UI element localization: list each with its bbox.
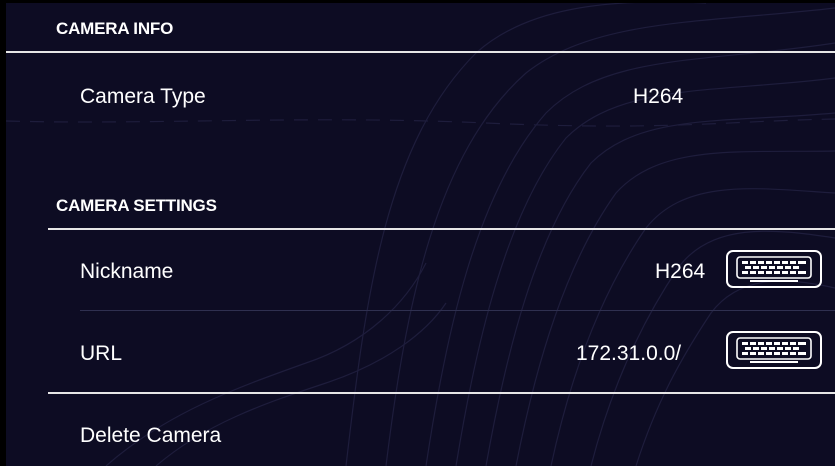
camera-info-title: CAMERA INFO [56, 19, 174, 38]
url-label: URL [80, 342, 123, 365]
nickname-value: H264 [655, 260, 706, 283]
url-value: 172.31.0.0/ [576, 342, 682, 365]
camera-settings-header: CAMERA SETTINGS [48, 180, 835, 230]
url-row[interactable]: URL 172.31.0.0/ [6, 311, 835, 393]
camera-info-header: CAMERA INFO [6, 3, 835, 53]
camera-settings-title: CAMERA SETTINGS [56, 196, 217, 215]
camera-details-panel: CAMERA INFO Camera Type H264 CAMERA SETT… [6, 3, 835, 466]
delete-camera-row[interactable]: Delete Camera [6, 394, 835, 466]
nickname-row[interactable]: Nickname H264 [6, 230, 835, 310]
delete-camera-button[interactable]: Delete Camera [80, 424, 221, 448]
camera-type-label: Camera Type [80, 85, 206, 108]
nickname-keyboard-button[interactable] [726, 250, 822, 288]
url-keyboard-button[interactable] [726, 331, 822, 369]
camera-type-value: H264 [633, 85, 684, 108]
keyboard-icon [736, 256, 812, 282]
camera-type-row: Camera Type H264 [6, 55, 835, 145]
nickname-label: Nickname [80, 260, 174, 283]
keyboard-icon [736, 337, 812, 363]
